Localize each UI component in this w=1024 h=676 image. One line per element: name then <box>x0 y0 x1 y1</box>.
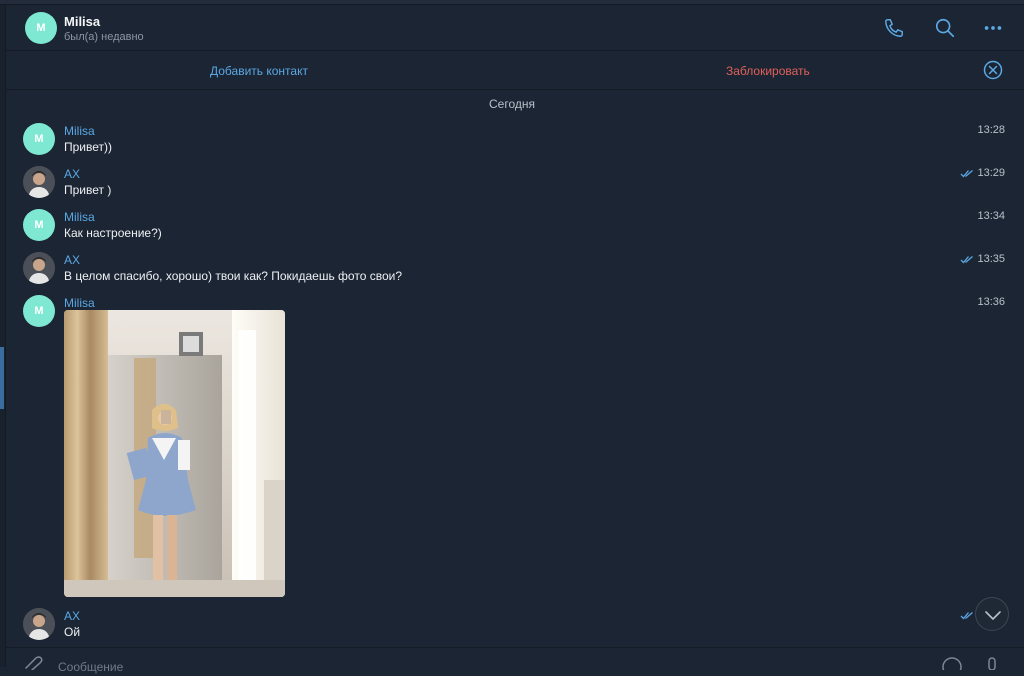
scroll-to-bottom-button[interactable] <box>975 597 1009 631</box>
chat-window: M Milisa был(а) недавно Добавить контакт… <box>0 0 1024 676</box>
sender-avatar[interactable] <box>23 608 55 640</box>
sender-avatar[interactable]: M <box>23 123 55 155</box>
person-photo-icon <box>23 252 55 284</box>
attach-icon[interactable] <box>22 656 44 670</box>
message-time: 13:28 <box>977 124 1005 136</box>
double-check-icon <box>960 170 973 178</box>
sender-avatar[interactable] <box>23 166 55 198</box>
close-icon[interactable] <box>983 60 1003 80</box>
sender-name[interactable]: AX <box>64 609 80 623</box>
date-separator: Сегодня <box>489 97 535 111</box>
message-text: Привет ) <box>64 183 112 197</box>
sender-name[interactable]: Milisa <box>64 124 95 138</box>
message-text: Ой <box>64 625 81 639</box>
sender-name[interactable]: Milisa <box>64 296 95 310</box>
sticker-icon[interactable] <box>941 656 963 670</box>
double-check-icon <box>960 612 973 620</box>
message-composer <box>6 647 1024 676</box>
phone-icon[interactable] <box>883 17 905 39</box>
photo-attachment[interactable] <box>64 310 285 597</box>
sender-avatar[interactable]: M <box>23 295 55 327</box>
sender-avatar[interactable] <box>23 252 55 284</box>
sender-name[interactable]: AX <box>64 167 80 181</box>
message-time: 13:36 <box>977 296 1005 308</box>
contact-avatar[interactable]: M <box>25 12 57 44</box>
chat-header: M Milisa был(а) недавно <box>6 5 1024 51</box>
message-input[interactable] <box>58 658 918 676</box>
message-time: 13:34 <box>977 210 1005 222</box>
person-photo-icon <box>23 608 55 640</box>
more-icon[interactable] <box>982 17 1004 39</box>
chevron-down-icon <box>985 611 1001 620</box>
contact-action-bar: Добавить контакт Заблокировать <box>6 52 1024 90</box>
microphone-icon[interactable] <box>985 656 999 670</box>
sender-avatar[interactable]: M <box>23 209 55 241</box>
contact-status: был(а) недавно <box>64 31 144 43</box>
message-time: 13:35 <box>977 253 1005 265</box>
sender-name[interactable]: AX <box>64 253 80 267</box>
message-text: В целом спасибо, хорошо) твои как? Покид… <box>64 269 403 283</box>
sidebar-selection-indicator <box>0 347 4 409</box>
search-icon[interactable] <box>934 17 956 39</box>
add-contact-button[interactable]: Добавить контакт <box>210 64 308 78</box>
contact-name[interactable]: Milisa <box>64 14 100 29</box>
message-text: Привет)) <box>64 140 113 154</box>
message-text: Как настроение?) <box>64 226 162 240</box>
double-check-icon <box>960 256 973 264</box>
sender-name[interactable]: Milisa <box>64 210 95 224</box>
person-photo-icon <box>23 166 55 198</box>
message-time: 13:29 <box>977 167 1005 179</box>
block-button[interactable]: Заблокировать <box>726 64 810 78</box>
